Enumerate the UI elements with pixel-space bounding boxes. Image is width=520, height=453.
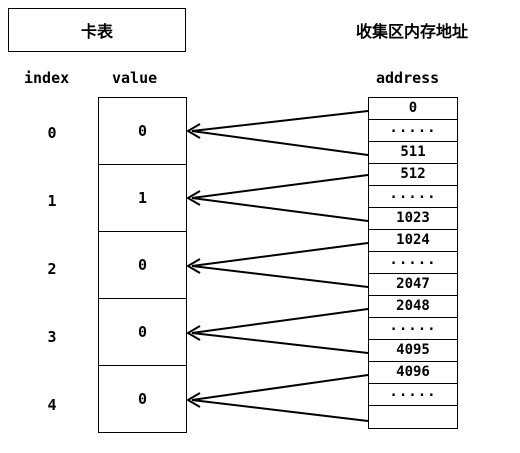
address-cell-ellipsis: ..... (369, 120, 457, 142)
arrowhead-icon (186, 258, 201, 274)
value-column-header: value (112, 69, 158, 87)
address-cell: 512 (369, 164, 457, 186)
arrowhead-icon (186, 392, 201, 408)
card-value-0: 0 (98, 97, 187, 165)
address-column: 0 ..... 511 512 ..... 1023 1024 ..... 20… (368, 97, 458, 429)
card-index-1: 1 (47, 192, 57, 210)
arrow-line (191, 174, 369, 199)
card-index-0: 0 (47, 124, 57, 142)
card-index-3: 3 (47, 328, 57, 346)
address-cell-ellipsis: ..... (369, 384, 457, 406)
arrow-line (191, 308, 369, 334)
arrow-line (191, 197, 369, 222)
card-value-0-text: 0 (137, 122, 148, 140)
arrow-line (191, 399, 369, 422)
arrowhead-icon (186, 325, 201, 341)
card-value-4: 0 (98, 365, 187, 433)
card-value-3-text: 0 (137, 323, 148, 341)
address-cell: 2047 (369, 274, 457, 296)
address-title: 收集区内存地址 (322, 8, 502, 52)
card-table-title: 卡表 (80, 22, 113, 41)
card-value-3: 0 (98, 298, 187, 366)
arrow-line (191, 374, 369, 401)
card-value-1-text: 1 (137, 189, 148, 207)
address-cell: 0 (369, 98, 457, 120)
arrowhead-icon (186, 190, 201, 206)
arrow-line (191, 130, 369, 156)
address-cell: 2048 (369, 296, 457, 318)
card-index-2: 2 (47, 260, 57, 278)
index-column-header: index (24, 69, 70, 87)
card-value-2-text: 0 (137, 256, 148, 274)
address-title-text: 收集区内存地址 (355, 22, 468, 41)
address-cell: 4096 (369, 362, 457, 384)
address-cell: 511 (369, 142, 457, 164)
arrowhead-icon (186, 123, 201, 139)
address-cell-ellipsis: ..... (369, 252, 457, 274)
arrow-line (191, 332, 369, 354)
card-index-4: 4 (47, 396, 57, 414)
card-table-title-box: 卡表 (8, 8, 186, 52)
card-value-4-text: 0 (137, 390, 148, 408)
arrow-line (191, 110, 369, 132)
arrow-line (191, 265, 369, 288)
arrow-line (191, 242, 369, 267)
address-cell-ellipsis: ..... (369, 318, 457, 340)
address-cell: 1024 (369, 230, 457, 252)
address-cell-ellipsis: ..... (369, 186, 457, 208)
card-value-2: 0 (98, 231, 187, 299)
address-cell: 1023 (369, 208, 457, 230)
address-cell: 4095 (369, 340, 457, 362)
card-value-1: 1 (98, 164, 187, 232)
address-cell (369, 406, 457, 428)
address-column-header: address (376, 69, 440, 87)
